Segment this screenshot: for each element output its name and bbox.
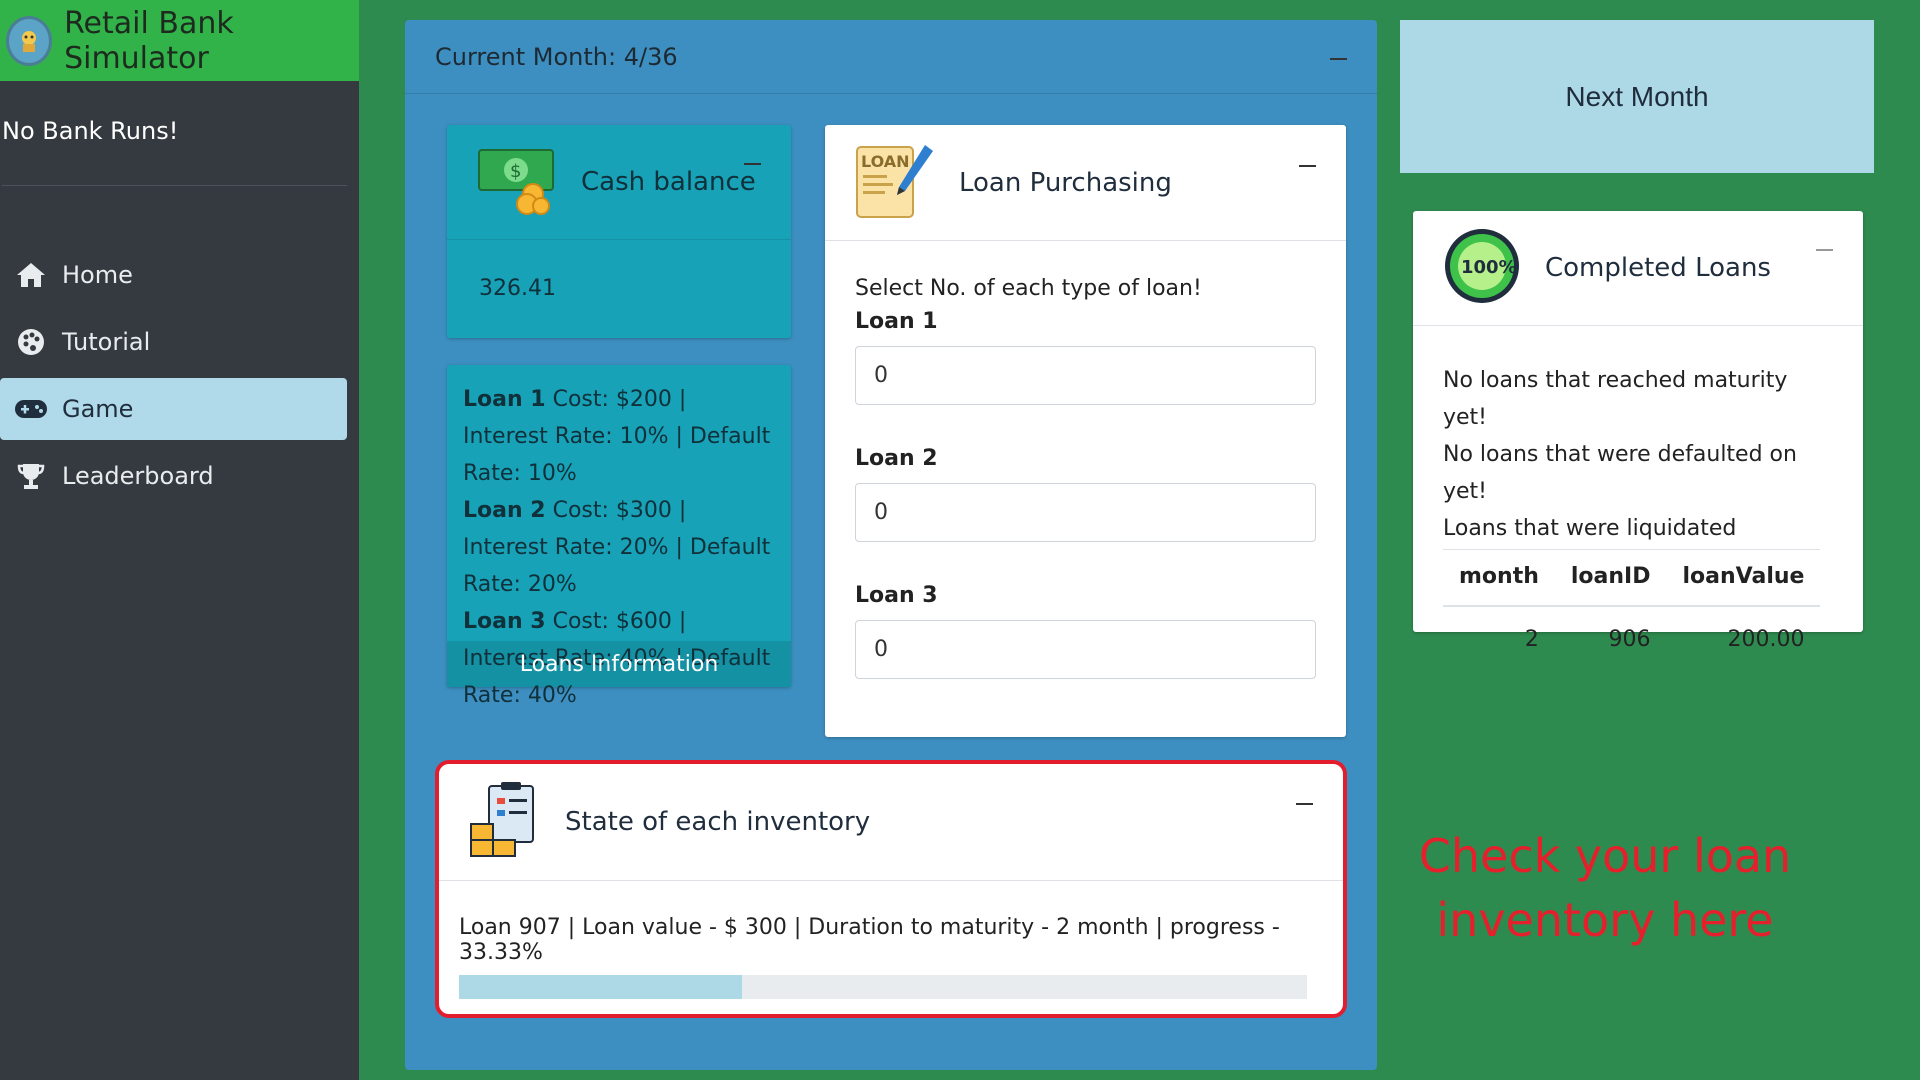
column-header: loanValue xyxy=(1666,549,1821,607)
brand[interactable]: Retail Bank Simulator xyxy=(0,0,359,81)
inventory-clipboard-icon xyxy=(469,782,541,862)
svg-text:LOAN: LOAN xyxy=(861,152,910,171)
cash-balance-title: Cash balance xyxy=(581,167,756,197)
collapse-loan-purchasing-button[interactable] xyxy=(1299,165,1316,167)
loan-2-label: Loan 2 xyxy=(855,446,938,471)
loans-info-card: Loan 1 Cost: $200 | Interest Rate: 10% |… xyxy=(447,365,791,708)
nav-item-leaderboard[interactable]: Leaderboard xyxy=(0,445,347,507)
loan-purchasing-title: Loan Purchasing xyxy=(959,167,1172,198)
completed-loans-body: No loans that reached maturity yet! No l… xyxy=(1413,326,1863,672)
nav-item-tutorial[interactable]: Tutorial xyxy=(0,311,347,373)
loan-info-name: Loan 1 xyxy=(463,387,546,412)
cash-balance-card: $ Cash balance 326.41 xyxy=(447,125,791,338)
money-icon: $ xyxy=(477,144,557,220)
nav-label-tutorial: Tutorial xyxy=(62,328,151,356)
trophy-icon xyxy=(14,461,48,491)
nav-item-game[interactable]: Game xyxy=(0,378,347,440)
100-percent-badge-icon: 100% xyxy=(1443,227,1521,309)
inventory-title: State of each inventory xyxy=(565,807,871,837)
loan-1-input[interactable] xyxy=(855,346,1316,405)
loan-purchasing-card: LOAN Loan Purchasing Select No. of each … xyxy=(825,125,1346,737)
inventory-progress-fill xyxy=(459,975,742,999)
next-month-button[interactable]: Next Month xyxy=(1400,20,1874,173)
loans-info-body: Loan 1 Cost: $200 | Interest Rate: 10% |… xyxy=(447,365,791,708)
palette-icon xyxy=(14,327,48,357)
svg-text:100%: 100% xyxy=(1461,257,1517,278)
loan-2-input[interactable] xyxy=(855,483,1316,542)
table-row: 2 906 200.00 xyxy=(1443,606,1820,672)
sidebar: Retail Bank Simulator No Bank Runs! Home… xyxy=(0,0,359,1080)
completed-loans-card: 100% Completed Loans No loans that reach… xyxy=(1413,211,1863,652)
nav-label-home: Home xyxy=(62,261,133,289)
tagline-text: No Bank Runs! xyxy=(2,117,179,145)
inventory-header: State of each inventory xyxy=(439,764,1343,881)
nav-item-home[interactable]: Home xyxy=(0,244,347,306)
default-status: No loans that were defaulted on yet! xyxy=(1443,442,1797,504)
maturity-status: No loans that reached maturity yet! xyxy=(1443,368,1788,430)
table-cell: 200.00 xyxy=(1727,627,1805,652)
loan-3-label: Loan 3 xyxy=(855,583,938,608)
gamepad-icon xyxy=(14,394,48,424)
loan-purchasing-body: Select No. of each type of loan! Loan 1 … xyxy=(825,241,1346,679)
app-title: Retail Bank Simulator xyxy=(64,5,234,76)
loan-purchasing-header: LOAN Loan Purchasing xyxy=(825,125,1346,241)
nav-menu: Home Tutorial Game Leaderboard xyxy=(0,224,359,507)
svg-text:$: $ xyxy=(510,161,521,182)
annotation-text: Check your loan inventory here xyxy=(1418,829,1792,947)
collapse-completed-button[interactable] xyxy=(1816,249,1833,251)
nav-label-leaderboard: Leaderboard xyxy=(62,462,214,490)
tagline: No Bank Runs! xyxy=(0,81,359,224)
loan-document-icon: LOAN xyxy=(855,141,935,225)
inventory-progress-bar xyxy=(459,975,1307,999)
loan-select-prompt: Select No. of each type of loan! xyxy=(855,276,1202,301)
sidebar-divider xyxy=(2,185,347,186)
liquidated-heading: Loans that were liquidated xyxy=(1443,516,1737,541)
nav-label-game: Game xyxy=(62,395,134,423)
loan-1-label: Loan 1 xyxy=(855,309,938,334)
cash-balance-value: 326.41 xyxy=(479,276,556,301)
collapse-inventory-button[interactable] xyxy=(1296,803,1313,805)
inventory-item-text: Loan 907 | Loan value - $ 300 | Duration… xyxy=(459,915,1280,965)
collapse-cash-button[interactable] xyxy=(744,163,761,165)
current-month: Current Month: 4/36 xyxy=(435,42,678,71)
completed-loans-title: Completed Loans xyxy=(1545,253,1771,283)
loan-info-line: Loan 2 Cost: $300 | Interest Rate: 20% |… xyxy=(463,492,777,603)
table-header-row: month loanID loanValue xyxy=(1443,549,1821,607)
inventory-card: State of each inventory Loan 907 | Loan … xyxy=(435,760,1347,1018)
loan-info-name: Loan 3 xyxy=(463,609,546,634)
game-panel-header: Current Month: 4/36 xyxy=(405,20,1377,94)
loan-3-input[interactable] xyxy=(855,620,1316,679)
completed-loans-header: 100% Completed Loans xyxy=(1413,211,1863,326)
column-header: month xyxy=(1443,549,1555,607)
cash-balance-header: $ Cash balance xyxy=(447,125,791,240)
liquidated-loans-table: month loanID loanValue 2 906 200.00 xyxy=(1443,549,1821,672)
loan-info-line: Loan 1 Cost: $200 | Interest Rate: 10% |… xyxy=(463,381,777,492)
column-header: loanID xyxy=(1554,549,1667,607)
brand-logo-icon xyxy=(6,15,53,66)
collapse-game-panel-button[interactable] xyxy=(1330,58,1347,60)
table-cell: 906 xyxy=(1608,627,1651,652)
home-icon xyxy=(14,260,48,290)
loan-info-name: Loan 2 xyxy=(463,498,546,523)
table-cell: 2 xyxy=(1524,627,1539,652)
